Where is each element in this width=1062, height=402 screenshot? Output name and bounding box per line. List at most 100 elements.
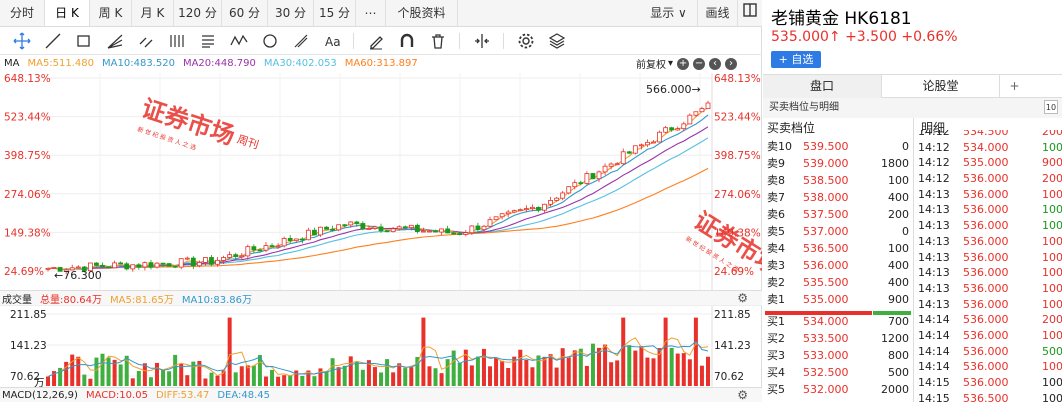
volume-bar xyxy=(263,376,268,386)
trade-volume: 200 xyxy=(1042,172,1062,186)
layout-toggle-icon[interactable] xyxy=(738,0,762,26)
candle-body xyxy=(281,238,287,247)
ma60-value: MA60:313.897 xyxy=(344,58,418,69)
vol-axis-left: 141.23 xyxy=(10,340,47,352)
candle-body xyxy=(196,262,202,267)
zoom-out-icon[interactable]: − xyxy=(693,57,706,70)
level-volume: 200 xyxy=(888,208,909,221)
candle-body xyxy=(536,206,541,211)
rect-icon[interactable] xyxy=(68,29,99,53)
tab-7[interactable]: 15 分 xyxy=(314,0,356,26)
adjust-chevron-icon[interactable]: ▾ xyxy=(668,58,673,69)
trade-time: 14:14 xyxy=(918,344,950,358)
line-icon[interactable] xyxy=(37,29,68,53)
tab-11[interactable]: 画线 xyxy=(698,0,738,26)
tab-2[interactable]: 周 K xyxy=(90,0,132,26)
trade-volume: 100 xyxy=(1042,203,1062,217)
candle-body xyxy=(693,111,699,116)
candle-body xyxy=(378,226,384,232)
candle-body xyxy=(651,141,656,144)
wave-icon[interactable] xyxy=(223,29,254,53)
adjust-select[interactable]: 前复权 xyxy=(636,56,666,71)
bars-icon[interactable] xyxy=(161,29,192,53)
nav-left-icon[interactable]: ‹ xyxy=(709,57,722,70)
candle-body xyxy=(663,127,669,133)
price-axis-label-right: 274.06% xyxy=(714,189,761,201)
trade-price: 536.000 xyxy=(963,250,1009,264)
candle-body xyxy=(481,225,487,230)
tab-5[interactable]: 60 分 xyxy=(222,0,268,26)
candle-body xyxy=(112,262,118,269)
volume-ma-line xyxy=(47,337,709,378)
orderbook-row: 卖4 536.500 100 xyxy=(763,240,913,257)
candle-body xyxy=(457,233,463,236)
volume-bar xyxy=(161,369,166,386)
volume-bar xyxy=(179,363,184,386)
level-label: 卖5 xyxy=(767,225,785,238)
fan-icon[interactable] xyxy=(99,29,130,53)
level-price: 536.500 xyxy=(803,242,849,255)
candle-body xyxy=(396,226,402,230)
volume-settings-icon[interactable]: ⚙ xyxy=(737,291,748,305)
zoom-in-icon[interactable]: + xyxy=(677,57,690,70)
level-badge[interactable]: 10 xyxy=(1044,100,1058,114)
nav-right-icon[interactable]: › xyxy=(725,57,738,70)
orderbook-row: 买2 533.500 1200 xyxy=(763,330,913,347)
tab-orderbook[interactable]: 盘口 xyxy=(763,75,881,98)
ma20-value: MA20:448.790 xyxy=(182,58,256,69)
macd-value: MACD:10.05 xyxy=(85,389,148,401)
level-price: 538.500 xyxy=(803,174,849,187)
text-block-icon[interactable] xyxy=(192,29,223,53)
tab-9[interactable]: 个股资料 xyxy=(386,0,458,26)
candle-body xyxy=(657,131,662,143)
macd-settings-icon[interactable]: ⚙ xyxy=(737,388,748,402)
cycle-icon[interactable] xyxy=(254,29,285,53)
ma5-value: MA5:511.480 xyxy=(27,58,95,69)
compress-icon[interactable] xyxy=(466,29,497,53)
tab-6[interactable]: 30 分 xyxy=(268,0,314,26)
volume-bar xyxy=(270,369,275,386)
orderbook-row: 买3 533.000 800 xyxy=(763,347,913,364)
candle-body xyxy=(554,197,560,201)
magnet-icon[interactable] xyxy=(391,29,422,53)
add-tab-button[interactable]: + xyxy=(999,75,1029,98)
detail-row: 14:15 536.500 100 xyxy=(915,391,1062,402)
settings-icon[interactable] xyxy=(510,29,541,53)
fib-icon[interactable] xyxy=(285,29,316,53)
candle-body xyxy=(705,102,711,109)
layers-icon[interactable] xyxy=(541,29,572,53)
trade-time: 14:13 xyxy=(918,203,950,217)
detail-row: 14:13 536.000 100 xyxy=(915,202,1062,218)
kline-chart[interactable]: 648.13% 648.13% 523.44% 523.44% 398.75% 398.7… xyxy=(0,55,762,387)
toolbar-separator xyxy=(503,32,504,49)
tab-forum[interactable]: 论股堂 xyxy=(881,75,999,98)
volume-bar xyxy=(500,360,505,386)
trade-volume: 100 xyxy=(1042,140,1062,154)
candle-body xyxy=(487,219,493,227)
volume-bar xyxy=(681,353,686,386)
vol-axis-right: 141.23 xyxy=(714,340,751,352)
crosshair-icon[interactable] xyxy=(6,29,37,53)
volume-bar xyxy=(633,350,638,386)
vol-axis-right: 211.85 xyxy=(714,309,751,321)
text-icon[interactable]: Aa xyxy=(316,29,347,53)
volume-bar xyxy=(409,367,414,386)
trash-icon[interactable] xyxy=(422,29,453,53)
detail-row: 14:14 536.000 100 xyxy=(915,328,1062,344)
pen-icon[interactable] xyxy=(360,29,391,53)
tab-1[interactable]: 日 K xyxy=(45,0,90,26)
tab-0[interactable]: 分时 xyxy=(0,0,45,26)
detail-row: 14:14 536.000 200 xyxy=(915,312,1062,328)
trade-volume: 500 xyxy=(1042,344,1062,358)
trade-price: 536.000 xyxy=(963,344,1009,358)
tab-4[interactable]: 120 分 xyxy=(174,0,222,26)
candle-body xyxy=(227,254,233,258)
level-price: 537.000 xyxy=(803,225,849,238)
tab-10[interactable]: 显示 ∨ xyxy=(640,0,698,26)
parallel-icon[interactable] xyxy=(130,29,161,53)
detail-row: 14:13 536.000 100 xyxy=(915,250,1062,266)
tab-3[interactable]: 月 K xyxy=(132,0,174,26)
candle-body xyxy=(699,108,705,113)
add-watchlist-button[interactable]: + 自选 xyxy=(771,51,821,68)
tab-8[interactable]: ⋯ xyxy=(356,0,386,26)
